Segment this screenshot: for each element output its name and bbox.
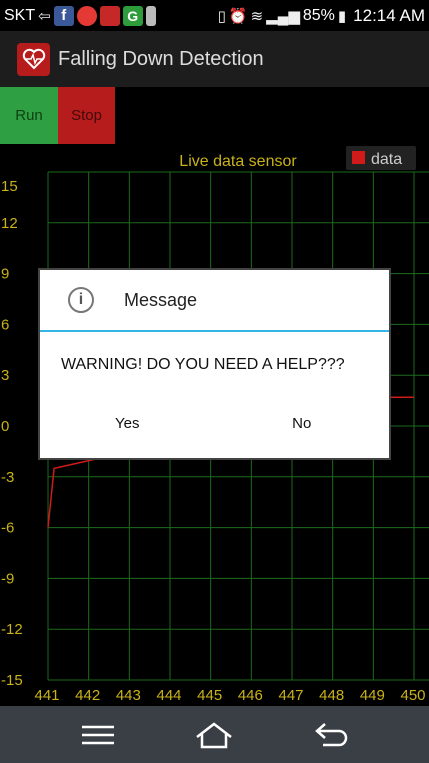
opera-icon (76, 5, 97, 26)
y-tick-label: -3 (1, 469, 14, 486)
dialog-actions: Yes No (40, 415, 389, 432)
y-tick-label: -12 (1, 621, 23, 638)
sim-icon (145, 5, 156, 26)
y-tick-label: 6 (1, 316, 9, 333)
carrier-label: SKT (4, 6, 36, 24)
y-tick-label: 15 (1, 178, 18, 195)
dialog-title: Message (124, 289, 198, 310)
back-arrow-icon: ⇦ (38, 7, 51, 25)
alarm-icon: ⏰ (228, 7, 248, 25)
battery-icon: ▮ (337, 7, 347, 25)
info-icon: i (68, 287, 94, 313)
dialog-message: WARNING! DO YOU NEED A HELP??? (61, 356, 345, 373)
stop-button[interactable]: Stop (58, 87, 115, 144)
menu-icon[interactable] (68, 713, 128, 757)
y-tick-label: -15 (1, 672, 23, 689)
x-tick-label: 450 (400, 687, 425, 704)
home-icon[interactable] (184, 713, 244, 757)
yes-button[interactable]: Yes (40, 415, 215, 432)
x-tick-label: 446 (238, 687, 263, 704)
chart-title: Live data sensor (179, 153, 297, 170)
clock: 12:14 AM (353, 5, 425, 25)
y-tick-label: 3 (1, 367, 9, 384)
action-bar: Falling Down Detection (0, 31, 429, 87)
back-icon[interactable] (301, 713, 361, 757)
vibrate-icon: ▯ (217, 7, 226, 25)
y-tick-label: 9 (1, 266, 9, 283)
y-tick-label: 12 (1, 215, 18, 232)
app-icon (99, 5, 120, 26)
y-tick-label: -6 (1, 520, 14, 537)
x-tick-label: 447 (278, 687, 303, 704)
legend-swatch (352, 151, 365, 164)
x-tick-label: 445 (197, 687, 222, 704)
status-bar: SKT ⇦ f G ▯ ⏰ ≋ ▂▄▆ 85% ▮ 12:14 AM (0, 0, 429, 31)
battery-percent: 85% (302, 6, 335, 24)
x-tick-label: 443 (116, 687, 141, 704)
facebook-icon: f (53, 5, 74, 26)
x-tick-label: 442 (75, 687, 100, 704)
legend-label: data (371, 151, 402, 168)
dialog-header: i Message (40, 270, 389, 332)
run-button[interactable]: Run (0, 87, 58, 144)
no-button[interactable]: No (215, 415, 390, 432)
x-tick-label: 444 (156, 687, 181, 704)
x-tick-label: 449 (360, 687, 385, 704)
x-tick-label: 448 (319, 687, 344, 704)
y-tick-label: 0 (1, 418, 9, 435)
navigation-bar (0, 706, 429, 763)
y-tick-label: -9 (1, 570, 14, 587)
message-dialog: i Message WARNING! DO YOU NEED A HELP???… (38, 268, 391, 460)
app-title: Falling Down Detection (58, 47, 264, 70)
x-tick-label: 441 (34, 687, 59, 704)
green-g-icon: G (122, 5, 143, 26)
wifi-icon: ≋ (250, 7, 264, 25)
heart-monitor-icon (17, 42, 50, 76)
signal-icon: ▂▄▆ (266, 7, 300, 25)
